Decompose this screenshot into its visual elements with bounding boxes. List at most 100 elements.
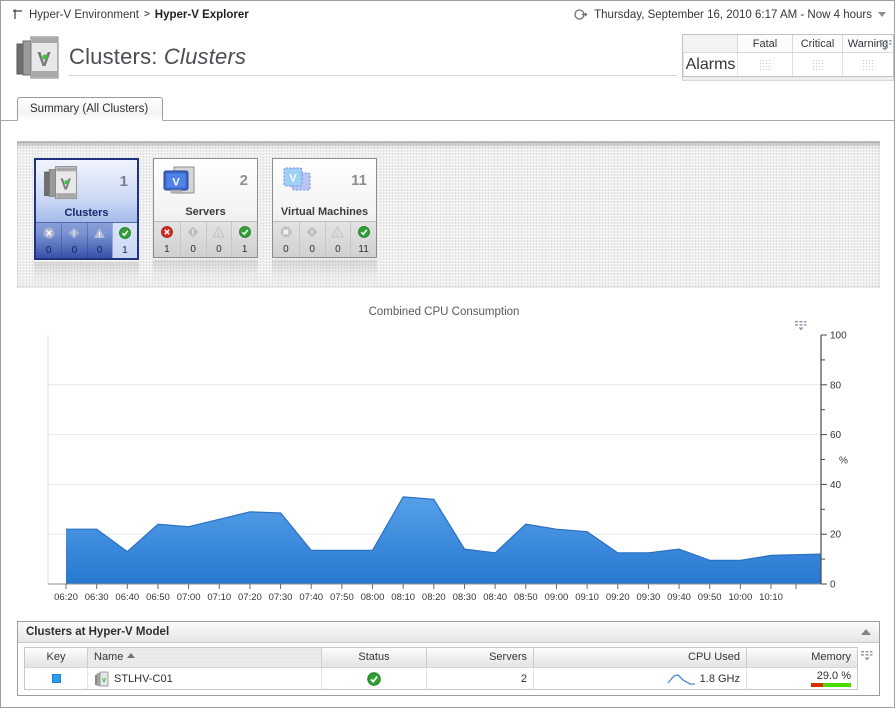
svg-text:06:50: 06:50 — [146, 592, 170, 603]
tile-count: 1 — [120, 173, 128, 190]
time-range-label: Thursday, September 16, 2010 6:17 AM - N… — [594, 9, 872, 21]
status-count: 1 — [113, 245, 137, 256]
status-critical-cell[interactable]: ! 0 — [180, 222, 206, 257]
tile-reflection — [153, 260, 258, 286]
clusters-title-icon: V — [14, 35, 62, 81]
svg-text:10:10: 10:10 — [759, 592, 783, 603]
status-count: 1 — [232, 244, 257, 255]
status-count: 0 — [273, 244, 299, 255]
svg-text:06:30: 06:30 — [85, 592, 109, 603]
chart-title: Combined CPU Consumption — [17, 306, 871, 318]
svg-text:40: 40 — [830, 480, 842, 491]
warning-icon: ! — [331, 226, 344, 238]
column-header-status[interactable]: Status — [321, 648, 426, 667]
panel-collapse-icon[interactable] — [861, 629, 871, 635]
fatal-icon — [43, 227, 55, 239]
cpu-sparkline-icon — [666, 672, 696, 686]
svg-text:07:40: 07:40 — [299, 592, 323, 603]
column-header-name[interactable]: Name — [87, 648, 321, 667]
name-cell[interactable]: v STLHV-C01 — [87, 668, 321, 689]
panel-body: Key Name Status Servers CPU Used Memory — [18, 643, 879, 690]
svg-text:09:10: 09:10 — [575, 592, 599, 603]
column-header-cpu-used[interactable]: CPU Used — [533, 648, 746, 667]
status-count: 0 — [62, 245, 86, 256]
normal-icon — [239, 226, 251, 238]
alarms-warning-cell[interactable] — [842, 53, 893, 76]
combined-cpu-consumption-chart: 020406080100%06:2006:3006:4006:5007:0007… — [17, 321, 880, 611]
svg-text:08:20: 08:20 — [422, 592, 446, 603]
alarms-header-critical[interactable]: Critical — [792, 35, 842, 53]
time-range-caret-icon[interactable] — [878, 12, 886, 17]
svg-text:07:10: 07:10 — [207, 592, 231, 603]
time-range-icon — [574, 8, 588, 21]
svg-text:08:30: 08:30 — [453, 592, 477, 603]
alarms-summary-table: Fatal Critical Warning Alarms — [682, 34, 894, 77]
status-count: 0 — [36, 245, 61, 256]
svg-text:!: ! — [337, 229, 340, 238]
status-normal-icon — [367, 672, 381, 686]
status-fatal-cell[interactable]: 0 — [36, 223, 61, 258]
alarms-fatal-cell[interactable] — [737, 53, 792, 76]
title-divider — [69, 75, 677, 76]
page-title-object: Clusters — [164, 44, 246, 69]
status-fatal-cell[interactable]: 0 — [273, 222, 299, 257]
status-count: 0 — [300, 244, 325, 255]
cluster-name[interactable]: STLHV-C01 — [114, 673, 173, 685]
tile-status-grid: 0 ! 0 ! 0 1 — [36, 222, 137, 258]
svg-text:09:40: 09:40 — [667, 592, 691, 603]
svg-text:08:00: 08:00 — [361, 592, 385, 603]
sort-ascending-icon — [127, 653, 135, 658]
alarms-header-fatal[interactable]: Fatal — [737, 35, 792, 53]
tile-clusters[interactable]: V 1 Clusters 0 ! 0 — [34, 158, 139, 260]
status-normal-cell[interactable]: 1 — [231, 222, 257, 257]
breadcrumb-current[interactable]: Hyper-V Explorer — [155, 9, 249, 21]
column-header-name-label: Name — [94, 651, 123, 663]
virtual-machines-icon: V — [279, 164, 317, 198]
memory-usage-bar — [811, 683, 851, 687]
tile-status-grid: 0 ! 0 ! 0 11 — [273, 221, 376, 257]
status-critical-cell[interactable]: ! 0 — [299, 222, 325, 257]
breadcrumb-root-link[interactable]: Hyper-V Environment — [29, 9, 139, 21]
column-header-key[interactable]: Key — [25, 648, 87, 667]
svg-text:06:40: 06:40 — [115, 592, 139, 603]
breadcrumb: Hyper-V Environment > Hyper-V Explorer — [11, 8, 249, 21]
alarms-header-blank — [683, 35, 737, 53]
status-warning-cell[interactable]: ! 0 — [206, 222, 232, 257]
cpu-used-value: 1.8 GHz — [700, 673, 740, 685]
svg-text:v: v — [102, 677, 106, 684]
column-header-servers[interactable]: Servers — [426, 648, 533, 667]
clusters-icon: V — [42, 165, 80, 201]
critical-icon: ! — [187, 226, 199, 238]
table-customizer-icon[interactable] — [860, 648, 873, 666]
status-count: 1 — [154, 244, 180, 255]
tile-label: Clusters — [36, 206, 137, 222]
svg-text:09:30: 09:30 — [637, 592, 661, 603]
tile-servers[interactable]: V 2 Servers 1 ! 0 — [153, 158, 258, 258]
alarms-row-label: Alarms — [683, 53, 737, 76]
status-warning-cell[interactable]: ! 0 — [325, 222, 351, 257]
status-critical-cell[interactable]: ! 0 — [61, 223, 86, 258]
column-header-memory[interactable]: Memory — [746, 648, 857, 667]
table-row[interactable]: v STLHV-C01 2 — [25, 667, 857, 689]
svg-text:V: V — [289, 173, 297, 185]
cluster-row-icon: v — [94, 671, 109, 687]
status-fatal-cell[interactable]: 1 — [154, 222, 180, 257]
fatal-icon — [280, 226, 292, 238]
servers-cell: 2 — [426, 668, 533, 689]
svg-text:06:20: 06:20 — [54, 592, 78, 603]
status-normal-cell[interactable]: 11 — [350, 222, 376, 257]
time-range-selector[interactable]: Thursday, September 16, 2010 6:17 AM - N… — [574, 8, 886, 21]
tile-virtual-machines[interactable]: V 11 Virtual Machines 0 ! 0 — [272, 158, 377, 258]
svg-text:08:10: 08:10 — [391, 592, 415, 603]
svg-text:!: ! — [192, 228, 195, 237]
alarms-scroll-strip — [682, 77, 894, 81]
svg-text:V: V — [60, 176, 71, 193]
status-normal-cell[interactable]: 1 — [112, 223, 137, 258]
alarms-critical-cell[interactable] — [792, 53, 842, 76]
alarms-customizer-icon[interactable] — [879, 37, 892, 55]
level-up-icon — [11, 8, 24, 21]
status-warning-cell[interactable]: ! 0 — [87, 223, 112, 258]
tile-reflection — [34, 262, 139, 288]
tab-summary-all-clusters[interactable]: Summary (All Clusters) — [17, 97, 163, 121]
table-header-row: Key Name Status Servers CPU Used Memory — [25, 648, 857, 667]
